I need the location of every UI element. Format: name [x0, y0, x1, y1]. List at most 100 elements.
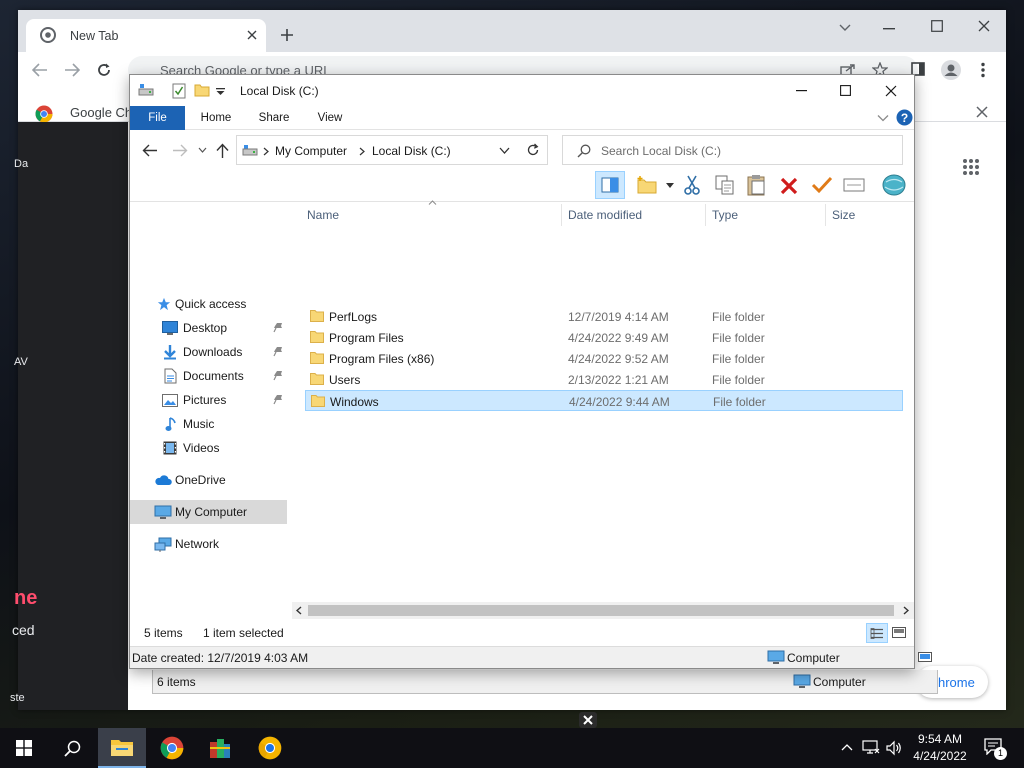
scrollbar-thumb[interactable] — [308, 605, 894, 616]
breadcrumb-chevron-icon[interactable] — [359, 147, 365, 156]
file-row[interactable]: Users 2/13/2022 1:21 AM File folder — [305, 369, 903, 390]
new-item-folder-icon[interactable] — [636, 175, 658, 195]
globe-icon[interactable] — [882, 174, 906, 196]
scroll-right-icon[interactable] — [903, 606, 909, 615]
apps-grid-icon[interactable] — [962, 158, 980, 176]
chrome-minimize-icon[interactable] — [883, 28, 895, 30]
popup-close-button[interactable] — [579, 712, 597, 728]
column-header-date-modified[interactable]: Date modified — [568, 202, 642, 228]
volume-icon[interactable] — [886, 740, 902, 756]
file-date: 4/24/2022 9:44 AM — [569, 395, 670, 409]
preview-pane-button[interactable] — [595, 171, 625, 199]
column-header-size[interactable]: Size — [832, 202, 855, 228]
quick-access-toolbar-dropdown-icon[interactable] — [216, 88, 225, 95]
close-tab-icon[interactable] — [246, 29, 258, 41]
nav-quick-access[interactable]: Quick access — [130, 292, 287, 316]
nav-network[interactable]: Network — [130, 532, 287, 556]
explorer-minimize-button[interactable] — [778, 75, 824, 106]
file-row[interactable]: Program Files 4/24/2022 9:49 AM File fol… — [305, 327, 903, 348]
search-input[interactable]: Search Local Disk (C:) — [562, 135, 903, 165]
file-row[interactable]: Program Files (x86) 4/24/2022 9:52 AM Fi… — [305, 348, 903, 369]
show-hidden-icons-chevron-icon[interactable] — [841, 743, 853, 751]
details-view-button[interactable] — [866, 623, 888, 643]
action-center-button[interactable]: 1 — [982, 737, 1007, 760]
file-row[interactable]: PerfLogs 12/7/2019 4:14 AM File folder — [305, 306, 903, 327]
start-button[interactable] — [0, 728, 48, 768]
breadcrumb-local-disk[interactable]: Local Disk (C:) — [372, 144, 451, 158]
properties-form-icon[interactable] — [843, 178, 865, 192]
recent-locations-chevron-icon[interactable] — [198, 147, 207, 153]
search-button[interactable] — [48, 728, 96, 768]
horizontal-scrollbar[interactable] — [292, 602, 914, 619]
forward-icon[interactable] — [172, 144, 188, 157]
breadcrumb-chevron-icon[interactable] — [263, 147, 269, 156]
nav-label: Documents — [183, 369, 244, 383]
pin-icon[interactable] — [273, 322, 283, 333]
up-arrow-icon[interactable] — [216, 143, 229, 158]
column-separator[interactable] — [561, 204, 562, 226]
more-menu-icon[interactable] — [981, 62, 985, 78]
system-clock[interactable]: 9:54 AM 4/24/2022 — [905, 731, 975, 765]
background-items-count: 6 items — [157, 675, 196, 689]
chrome-close-icon[interactable] — [978, 20, 990, 32]
forward-arrow-icon[interactable] — [64, 63, 80, 77]
column-separator[interactable] — [705, 204, 706, 226]
new-folder-icon[interactable] — [194, 83, 210, 97]
explorer-maximize-button[interactable] — [822, 75, 868, 106]
bookmark-label[interactable]: Google Ch — [70, 105, 132, 120]
background-location: Computer — [813, 675, 866, 689]
column-header-name[interactable]: Name — [307, 202, 339, 228]
expand-ribbon-chevron-icon[interactable] — [877, 114, 889, 122]
address-history-chevron-icon[interactable] — [499, 147, 510, 154]
item-count: 5 items — [144, 626, 183, 640]
ribbon-tab-view[interactable]: View — [308, 106, 352, 130]
refresh-button[interactable] — [518, 135, 548, 165]
delete-icon[interactable] — [780, 177, 798, 195]
ribbon-tab-file[interactable]: File — [130, 106, 185, 130]
chrome-maximize-icon[interactable] — [931, 20, 943, 32]
nav-onedrive[interactable]: OneDrive — [130, 468, 287, 492]
nav-documents[interactable]: Documents — [130, 364, 287, 388]
cut-icon[interactable] — [683, 175, 701, 195]
column-separator[interactable] — [825, 204, 826, 226]
profile-avatar-icon[interactable] — [941, 60, 961, 80]
ribbon-tab-share[interactable]: Share — [250, 106, 298, 130]
large-icons-view-icon[interactable] — [892, 627, 906, 638]
chrome-tab-new-tab[interactable]: New Tab — [26, 19, 266, 52]
pin-icon[interactable] — [273, 394, 283, 405]
customize-chrome-label: hrome — [938, 675, 975, 690]
nav-pictures[interactable]: Pictures — [130, 388, 287, 412]
reload-icon[interactable] — [96, 62, 112, 78]
sort-ascending-chevron-icon — [428, 200, 437, 205]
taskbar-chrome-canary[interactable] — [246, 728, 294, 768]
taskbar-chrome[interactable] — [148, 728, 196, 768]
address-box[interactable]: My Computer Local Disk (C:) — [236, 135, 548, 165]
nav-videos[interactable]: Videos — [130, 436, 287, 460]
new-tab-plus-icon[interactable] — [280, 28, 294, 42]
nav-music[interactable]: Music — [130, 412, 287, 436]
breadcrumb-my-computer[interactable]: My Computer — [275, 144, 347, 158]
pin-icon[interactable] — [273, 370, 283, 381]
nav-desktop[interactable]: Desktop — [130, 316, 287, 340]
back-arrow-icon[interactable] — [32, 63, 48, 77]
taskbar-app-winrar[interactable] — [196, 728, 244, 768]
file-row-selected[interactable]: Windows 4/24/2022 9:44 AM File folder — [305, 390, 903, 411]
column-header-type[interactable]: Type — [712, 202, 738, 228]
paste-icon[interactable] — [747, 174, 767, 196]
network-status-icon[interactable] — [862, 740, 880, 756]
ribbon-tab-home[interactable]: Home — [192, 106, 240, 130]
new-item-dropdown-icon[interactable] — [666, 183, 674, 188]
nav-my-computer[interactable]: My Computer — [130, 500, 287, 524]
properties-check-icon[interactable] — [172, 83, 186, 99]
back-icon[interactable] — [142, 144, 158, 157]
chevron-down-icon[interactable] — [838, 22, 852, 32]
nav-downloads[interactable]: Downloads — [130, 340, 287, 364]
copy-icon[interactable] — [715, 175, 735, 195]
explorer-close-button[interactable] — [868, 75, 914, 106]
pin-icon[interactable] — [273, 346, 283, 357]
help-icon[interactable]: ? — [896, 109, 913, 126]
rename-checkmark-icon[interactable] — [811, 176, 833, 194]
scroll-left-icon[interactable] — [296, 606, 302, 615]
taskbar-file-explorer[interactable] — [98, 728, 146, 768]
info-bar-close-icon[interactable] — [976, 106, 988, 118]
